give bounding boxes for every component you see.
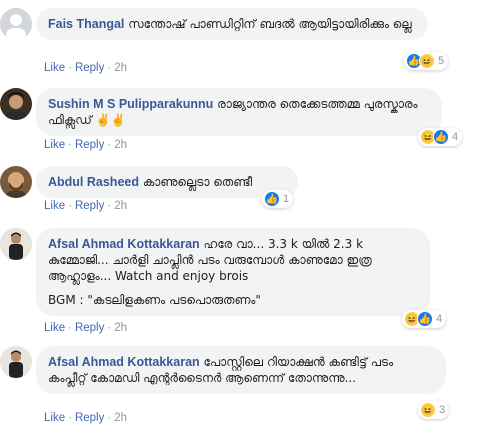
reaction-count: 4 [452,131,459,143]
comment-actions: Like · Reply · 2h [44,62,127,74]
comment-text: കാണുല്ലെടാ തെണ്ടീ [139,175,253,189]
reaction-count: 4 [436,313,443,325]
reply-link[interactable]: Reply [75,200,104,212]
comment-author[interactable]: Afsal Ahmad Kottakkaran [48,237,200,251]
comment-text-secondary: BGM : "കടലിളകണം പടപൊരുതണം" [48,293,261,307]
comment-author[interactable]: Fais Thangal [48,17,124,31]
reaction-summary[interactable]: 👍 😆 5 [404,52,449,70]
haha-icon: 😆 [419,53,435,69]
timestamp[interactable]: 2h [114,62,127,74]
reply-link[interactable]: Reply [75,139,104,151]
like-link[interactable]: Like [44,322,65,334]
reaction-summary[interactable]: 😆 👍 4 [402,310,447,328]
timestamp[interactable]: 2h [114,412,127,424]
reaction-summary[interactable]: 😆 👍 4 [418,128,463,146]
comment-bubble: Sushin M S Pulipparakunnu രാജ്യാന്തര തെക… [36,88,442,136]
separator: · [68,139,72,151]
like-link[interactable]: Like [44,200,65,212]
separator: · [107,412,112,424]
like-link[interactable]: Like [44,62,65,74]
comment-actions: Like · Reply · 2h [44,322,127,334]
comment-bubble: Afsal Ahmad Kottakkaran പോസ്റ്റിലെ റിയാക… [36,346,446,394]
comment-actions: Like · Reply · 2h [44,200,127,212]
reply-link[interactable]: Reply [75,322,104,334]
timestamp[interactable]: 2h [114,139,127,151]
separator: · [68,62,72,74]
like-icon: 👍 [417,311,433,327]
comment-author[interactable]: Afsal Ahmad Kottakkaran [48,355,200,369]
comment-bubble: Abdul Rasheed കാണുല്ലെടാ തെണ്ടീ [36,166,298,198]
comment-author[interactable]: Abdul Rasheed [48,175,139,189]
reaction-summary[interactable]: 😆 3 [418,401,450,419]
separator: · [107,322,112,334]
like-icon: 👍 [264,191,280,207]
comment-actions: Like · Reply · 2h [44,412,127,424]
separator: · [68,322,72,334]
comment-text: സന്തോഷ് പാണ്ഡിറ്റിന് ബദൽ ആയിട്ടായിരിക്കു… [124,17,412,31]
comment-bubble: Fais Thangal സന്തോഷ് പാണ്ഡിറ്റിന് ബദൽ ആയ… [36,8,428,40]
reaction-count: 3 [439,404,446,416]
separator: · [68,200,72,212]
timestamp[interactable]: 2h [114,322,127,334]
timestamp[interactable]: 2h [114,200,127,212]
comment-bubble: Afsal Ahmad Kottakkaran ഹരേ വാ... 3.3 k … [36,228,430,316]
avatar[interactable] [0,228,32,260]
reply-link[interactable]: Reply [75,412,104,424]
comment-author[interactable]: Sushin M S Pulipparakunnu [48,97,213,111]
like-link[interactable]: Like [44,412,65,424]
comment-actions: Like · Reply · 2h [44,139,127,151]
avatar[interactable] [0,8,32,40]
reaction-count: 1 [283,193,290,205]
avatar[interactable] [0,88,32,120]
haha-icon: 😆 [420,402,436,418]
avatar[interactable] [0,166,32,198]
reaction-count: 5 [438,55,445,67]
avatar[interactable] [0,346,32,378]
reaction-summary[interactable]: 👍 1 [262,190,294,208]
like-icon: 👍 [433,129,449,145]
like-link[interactable]: Like [44,139,65,151]
separator: · [68,412,72,424]
separator: · [107,139,112,151]
separator: · [107,62,112,74]
separator: · [107,200,112,212]
reply-link[interactable]: Reply [75,62,104,74]
